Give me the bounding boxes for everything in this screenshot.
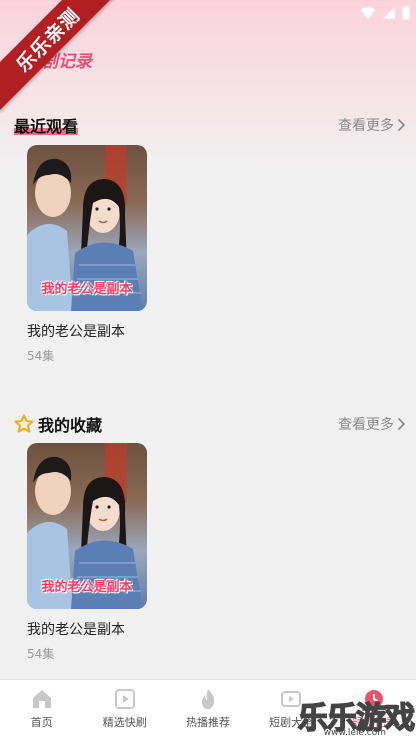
watermark-url: www.lele.com xyxy=(323,728,386,738)
nav-featured[interactable]: 精选快刷 xyxy=(85,688,165,730)
chevron-right-icon xyxy=(397,417,406,431)
home-icon xyxy=(32,690,51,708)
poster-caption: 我的老公是副本 xyxy=(41,580,133,595)
recent-more-link[interactable]: 查看更多 xyxy=(338,115,406,135)
flame-icon xyxy=(201,689,215,709)
status-bar xyxy=(360,0,410,26)
drama-poster[interactable]: 我的老公是副本 xyxy=(27,145,147,311)
signal-icon xyxy=(383,7,395,19)
poster-caption: 我的老公是副本 xyxy=(41,282,133,297)
drama-title: 我的老公是副本 xyxy=(27,622,125,638)
recent-drama-card[interactable]: 我的老公是副本 我的老公是副本 54集 xyxy=(27,145,147,364)
chevron-right-icon xyxy=(397,118,406,132)
favorites-section-header: 我的收藏 查看更多 xyxy=(14,410,406,438)
star-icon xyxy=(14,414,34,433)
episode-count: 54集 xyxy=(27,349,55,363)
recent-section-header: 最近观看 查看更多 xyxy=(14,111,406,139)
wifi-icon xyxy=(360,7,376,19)
recent-section-title: 最近观看 xyxy=(14,113,79,137)
nav-label: 首页 xyxy=(30,716,53,729)
favorites-more-link[interactable]: 查看更多 xyxy=(338,414,406,434)
drama-title: 我的老公是副本 xyxy=(27,324,125,340)
episode-count: 54集 xyxy=(27,647,55,661)
more-label: 查看更多 xyxy=(338,118,394,134)
play-square-icon xyxy=(114,689,135,709)
more-label: 查看更多 xyxy=(338,417,394,433)
favorite-drama-card[interactable]: 我的老公是副本 我的老公是副本 54集 xyxy=(27,443,147,662)
favorites-section-title: 我的收藏 xyxy=(38,416,103,435)
battery-icon xyxy=(402,6,410,20)
nav-label: 精选快刷 xyxy=(102,716,147,729)
nav-hot[interactable]: 热播推荐 xyxy=(168,688,248,730)
drama-poster[interactable]: 我的老公是副本 xyxy=(27,443,147,609)
nav-label: 热播推荐 xyxy=(185,716,230,729)
nav-home[interactable]: 首页 xyxy=(2,688,82,730)
